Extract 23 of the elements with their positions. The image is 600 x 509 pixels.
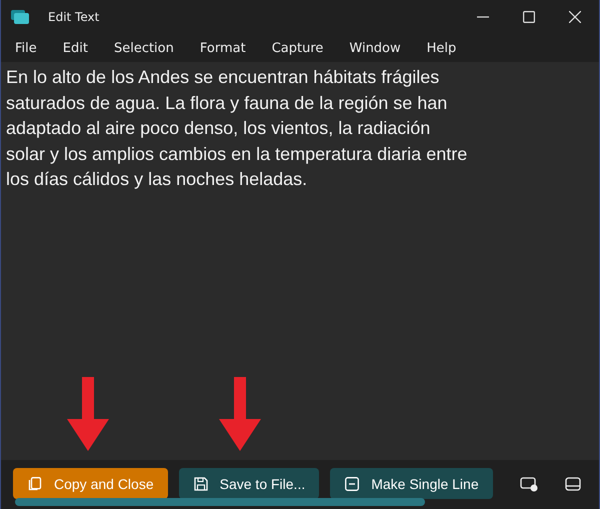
window-title: Edit Text [48,10,100,24]
app-icon [10,9,30,25]
panel-icon[interactable] [564,476,581,490]
maximize-icon[interactable] [523,11,535,23]
scrollbar-thumb[interactable] [15,498,426,506]
toolbar-button[interactable]: Save to File... [178,468,320,499]
menu-item[interactable]: Window [349,40,401,56]
arrow-icon [219,377,261,451]
save-icon [194,476,208,490]
close-icon[interactable] [569,11,581,23]
menu-item[interactable]: File [15,40,37,56]
menu-item[interactable]: Help [426,40,456,56]
toolbar-button[interactable]: Make Single Line [330,468,493,499]
window-add-icon[interactable] [520,476,538,492]
menu-item[interactable]: Capture [272,40,324,56]
menu-item[interactable]: Selection [114,40,174,56]
arrow-icon [67,377,109,451]
minus-box-icon [345,476,360,490]
text-editor[interactable] [1,62,599,460]
copy-icon [28,476,42,490]
menu-item[interactable]: Edit [62,40,88,56]
menu-item[interactable]: Format [200,40,246,56]
paragraph: En lo alto de los Andes se encuentran hábitats frágiles saturados de agua. La flora y fauna de la región se han adaptado al aire poco denso, los vientos, la radiación solar y los amplios cambios en la temperatura diaria entre los días cálidos y las noches heladas. [6,66,468,191]
